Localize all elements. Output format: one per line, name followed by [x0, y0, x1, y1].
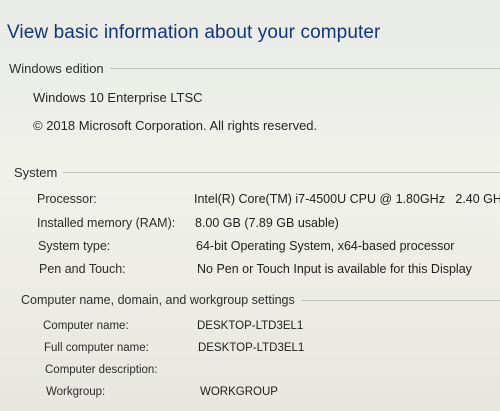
full-computer-name-value: DESKTOP-LTD3EL1	[198, 342, 305, 354]
system-header: System	[14, 165, 500, 180]
computer-name-header: Computer name, domain, and workgroup set…	[21, 293, 500, 307]
processor-value: Intel(R) Core(TM) i7-4500U CPU @ 1.80GHz…	[194, 192, 500, 206]
windows-edition-header: Windows edition	[9, 61, 500, 76]
page-title: View basic information about your comput…	[7, 22, 381, 43]
section-divider	[63, 172, 500, 173]
section-divider	[300, 299, 500, 301]
processor-label: Processor:	[37, 192, 97, 206]
system-info-page: View basic information about your comput…	[0, 0, 500, 411]
computer-description-label: Computer description:	[45, 364, 158, 376]
workgroup-value: WORKGROUP	[200, 386, 278, 398]
pen-touch-value: No Pen or Touch Input is available for t…	[197, 262, 472, 276]
system-type-label: System type:	[38, 239, 111, 253]
computer-name-label: Computer name:	[43, 320, 129, 332]
section-divider	[109, 68, 500, 69]
pen-touch-label: Pen and Touch:	[39, 262, 126, 276]
system-header-label: System	[14, 165, 58, 180]
memory-value: 8.00 GB (7.89 GB usable)	[195, 216, 339, 230]
windows-edition-value: Windows 10 Enterprise LTSC	[33, 90, 203, 105]
system-type-value: 64-bit Operating System, x64-based proce…	[196, 239, 455, 253]
memory-label: Installed memory (RAM):	[37, 216, 176, 230]
computer-name-header-label: Computer name, domain, and workgroup set…	[21, 293, 295, 307]
computer-name-value: DESKTOP-LTD3EL1	[197, 320, 304, 332]
workgroup-label: Workgroup:	[46, 386, 106, 398]
copyright-text: © 2018 Microsoft Corporation. All rights…	[33, 118, 318, 133]
windows-edition-header-label: Windows edition	[9, 61, 104, 76]
full-computer-name-label: Full computer name:	[44, 342, 149, 354]
